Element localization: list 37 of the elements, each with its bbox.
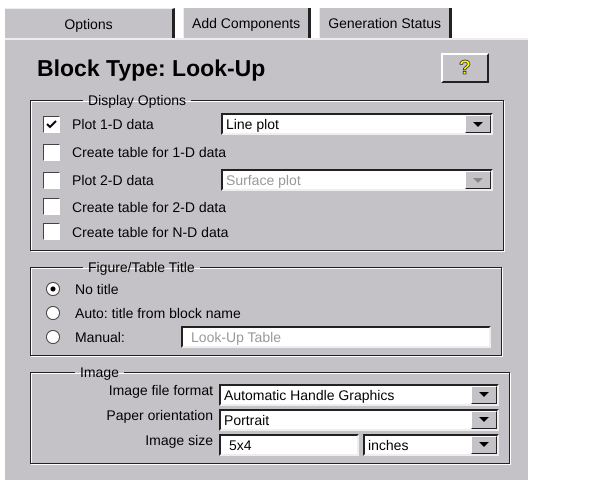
radio-label: Manual: [75,329,126,345]
dropdown[interactable]: Automatic Handle Graphics [219,384,499,406]
radio-button[interactable] [45,281,61,297]
checkbox[interactable] [43,144,60,160]
group-title: Figure/Table Title [87,259,196,275]
block-type-title: Block Type: Look-Up [36,54,266,82]
dropdown[interactable]: Line plot [221,113,493,135]
dropdown-arrow-icon [473,178,483,182]
checkbox-label: Plot 1-D data [72,116,155,132]
dropdown-arrow-icon [479,442,489,447]
group-title: Image [79,364,120,380]
image-size-field[interactable]: 5x4 [219,434,359,456]
checkbox[interactable] [43,198,60,215]
checkbox[interactable] [43,116,60,132]
dropdown[interactable]: inches [363,434,499,456]
dropdown-arrow-icon [479,392,489,397]
checkbox-label: Create table for 1-D data [72,144,226,160]
checkbox-label: Create table for N-D data [72,224,228,240]
checkbox[interactable] [43,172,60,188]
radio-button[interactable] [45,329,61,345]
tab[interactable]: Options [5,8,175,38]
checkbox-label: Plot 2-D data [72,172,155,188]
radio-label: Auto: title from block name [75,305,241,321]
checkbox[interactable] [43,223,60,240]
radio-label: No title [75,281,119,297]
field-label: Image file format [108,382,214,398]
dropdown-arrow-icon [479,417,489,422]
group-title: Display Options [87,92,188,108]
field-label: Paper orientation [105,406,214,422]
check-icon [46,120,57,128]
tab[interactable]: Generation Status [319,8,452,38]
tab[interactable]: Add Components [183,8,312,38]
checkbox-label: Create table for 2-D data [72,198,226,214]
field-label: Image size [144,432,214,448]
dropdown-arrow-icon [473,122,483,126]
radio-button[interactable] [45,305,61,321]
dropdown[interactable]: Portrait [219,408,499,430]
